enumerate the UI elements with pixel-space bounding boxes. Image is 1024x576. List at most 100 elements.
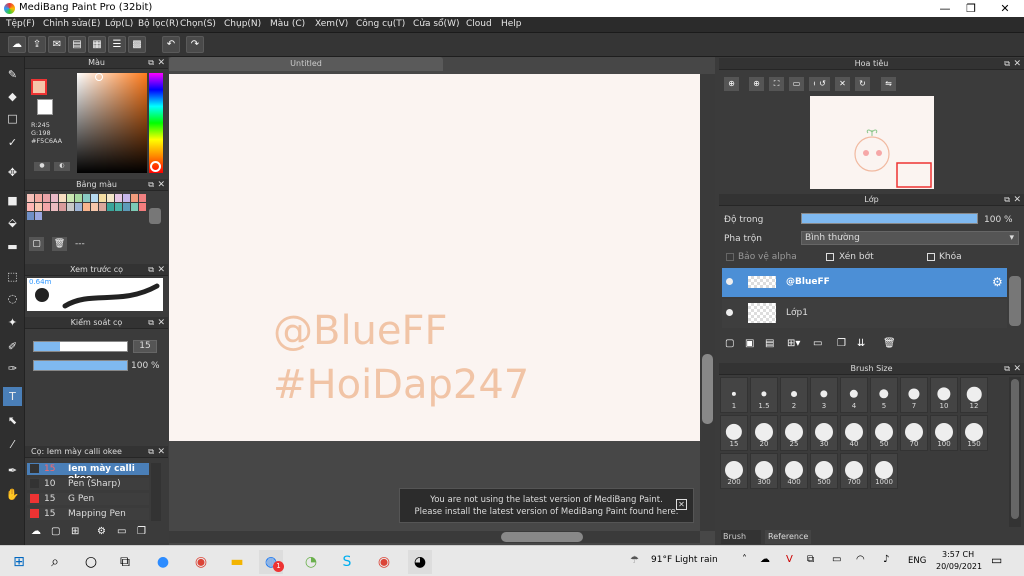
menu-edit[interactable]: Chỉnh sửa(E) — [43, 19, 100, 29]
search-icon[interactable]: ⌕ — [43, 550, 67, 574]
palette-swatch[interactable] — [91, 203, 98, 211]
cloud-icon[interactable]: ☁ — [8, 36, 26, 53]
undock-icon[interactable]: ⧉ — [148, 317, 154, 329]
brush-settings-icon[interactable]: ⚙ — [97, 526, 111, 540]
operation-tool-icon[interactable]: ⬉ — [3, 411, 22, 430]
comment-icon[interactable]: ✉ — [48, 36, 66, 53]
duplicate-brush-icon[interactable]: ❐ — [137, 526, 151, 540]
action-center-icon[interactable]: ▭ — [991, 553, 1002, 567]
delete-palette-icon[interactable]: 🗑 — [52, 237, 67, 251]
tab-brush-size[interactable]: Brush Size — [721, 530, 761, 555]
protect-alpha-checkbox[interactable] — [726, 253, 734, 261]
volume-icon[interactable]: ♪ — [883, 554, 889, 565]
palette-swatch[interactable] — [91, 194, 98, 202]
zoom-in-icon[interactable]: ⊕ — [724, 77, 739, 91]
palette-swatch[interactable] — [131, 194, 138, 202]
eye-icon[interactable] — [726, 278, 733, 285]
brush-size-cell[interactable]: 4 — [840, 377, 868, 413]
tab-reference[interactable]: Reference — [765, 530, 811, 544]
drawing-canvas[interactable]: @BlueFF #HoiDap247 — [169, 74, 700, 441]
select-rect-icon[interactable]: ⬚ — [3, 267, 22, 286]
menu-file[interactable]: Tệp(F) — [6, 19, 35, 29]
menu-select[interactable]: Chọn(S) — [180, 19, 216, 29]
chrome-icon[interactable]: ◉ — [189, 550, 213, 574]
brush-size-scrollbar[interactable] — [1009, 377, 1021, 527]
add-layer-menu-icon[interactable]: ⊞▾ — [787, 338, 800, 349]
new-palette-icon[interactable]: ▢ — [29, 237, 44, 251]
color-picker-cursor[interactable] — [95, 73, 103, 81]
brush-cloud-icon[interactable]: ☁ — [31, 526, 45, 540]
brush-item[interactable]: 10 Pen (Sharp) — [27, 478, 149, 490]
palette-swatch[interactable] — [35, 194, 42, 202]
brush-size-cell[interactable]: 1.5 — [750, 377, 778, 413]
menu-view[interactable]: Xem(V) — [315, 19, 348, 29]
close-icon[interactable]: ✕ — [1013, 58, 1021, 70]
canvas-horizontal-scrollbar[interactable] — [169, 531, 700, 543]
windows-start-icon[interactable]: ⊞ — [7, 550, 31, 574]
shape-tool-icon[interactable]: □ — [3, 109, 22, 128]
dropper-tool-icon[interactable]: ⁄ — [3, 435, 22, 454]
medibang-taskbar-icon[interactable]: ◕ — [408, 550, 432, 574]
palette-swatch[interactable] — [51, 194, 58, 202]
vertical-scroll-thumb[interactable] — [702, 354, 713, 424]
layer-row[interactable]: Lớp1 — [722, 299, 1007, 328]
flip-icon[interactable]: ⇋ — [881, 77, 896, 91]
rotate-right-icon[interactable]: ↻ — [855, 77, 870, 91]
lasso-tool-icon[interactable]: ◌ — [3, 289, 22, 308]
brush-list-scrollbar[interactable] — [151, 463, 161, 521]
app-icon[interactable]: ◔ — [299, 550, 323, 574]
eye-icon[interactable] — [726, 309, 733, 316]
undock-icon[interactable]: ⧉ — [1004, 194, 1010, 206]
new-halftone-layer-icon[interactable]: ▣ — [745, 338, 754, 349]
brush-size-cell[interactable]: 100 — [930, 415, 958, 451]
menu-filter[interactable]: Bộ lọc(R) — [138, 19, 179, 29]
saturation-value-picker[interactable] — [77, 73, 147, 173]
navigator-preview[interactable] — [810, 96, 934, 189]
brush-size-cell[interactable]: 7 — [900, 377, 928, 413]
lock-checkbox[interactable] — [927, 253, 935, 261]
clipping-checkbox[interactable] — [826, 253, 834, 261]
fill-rect-tool-icon[interactable]: ■ — [3, 191, 22, 210]
hand-tool-icon[interactable]: ✋ — [3, 485, 22, 504]
zoom-in-icon[interactable]: ⊕ — [749, 77, 764, 91]
palette-swatch[interactable] — [123, 194, 130, 202]
reset-view-icon[interactable]: ✕ — [835, 77, 850, 91]
document-icon[interactable]: ▦ — [88, 36, 106, 53]
brush-size-cell[interactable]: 50 — [870, 415, 898, 451]
zoom-app-icon[interactable]: ● — [151, 550, 175, 574]
palette-swatch[interactable] — [83, 203, 90, 211]
menu-color[interactable]: Màu (C) — [270, 19, 305, 29]
close-icon[interactable]: ✕ — [157, 264, 165, 276]
brush-size-cell[interactable]: 70 — [900, 415, 928, 451]
brush-size-cell[interactable]: 500 — [810, 453, 838, 489]
close-icon[interactable]: ✕ — [157, 57, 165, 69]
palette-swatch[interactable] — [51, 203, 58, 211]
palette-swatch[interactable] — [27, 212, 34, 220]
brush-size-cell[interactable]: 300 — [750, 453, 778, 489]
new-1bit-layer-icon[interactable]: ▤ — [765, 338, 774, 349]
palette-scrollbar[interactable] — [149, 208, 161, 224]
eraser-tool-icon[interactable]: ◆ — [3, 87, 22, 106]
palette-swatch[interactable] — [35, 212, 42, 220]
close-icon[interactable]: ✕ — [157, 317, 165, 329]
palette-swatch[interactable] — [139, 203, 146, 211]
menu-capture[interactable]: Chụp(N) — [224, 19, 261, 29]
cortana-icon[interactable]: ○ — [79, 550, 103, 574]
hue-slider[interactable] — [149, 73, 163, 173]
tray-app-icon[interactable]: V — [786, 554, 793, 565]
layer-folder-icon[interactable]: ▭ — [813, 338, 822, 349]
transparent-color-icon[interactable]: ◐ — [54, 162, 70, 171]
menu-cloud[interactable]: Cloud — [466, 19, 492, 29]
foreground-color-swatch[interactable] — [31, 79, 47, 95]
new-brush-icon[interactable]: ▢ — [51, 526, 65, 540]
chevron-up-icon[interactable]: ˄ — [742, 554, 747, 565]
palette-swatch[interactable] — [107, 194, 114, 202]
menu-tools[interactable]: Công cụ(T) — [356, 19, 405, 29]
brush-size-cell[interactable]: 40 — [840, 415, 868, 451]
palette-swatch[interactable] — [99, 194, 106, 202]
undock-icon[interactable]: ⧉ — [148, 57, 154, 69]
brush-size-cell[interactable]: 1 — [720, 377, 748, 413]
merge-layer-icon[interactable]: ⇊ — [857, 338, 865, 349]
move-tool-icon[interactable]: ✥ — [3, 163, 22, 182]
close-button[interactable]: ✕ — [990, 1, 1020, 16]
